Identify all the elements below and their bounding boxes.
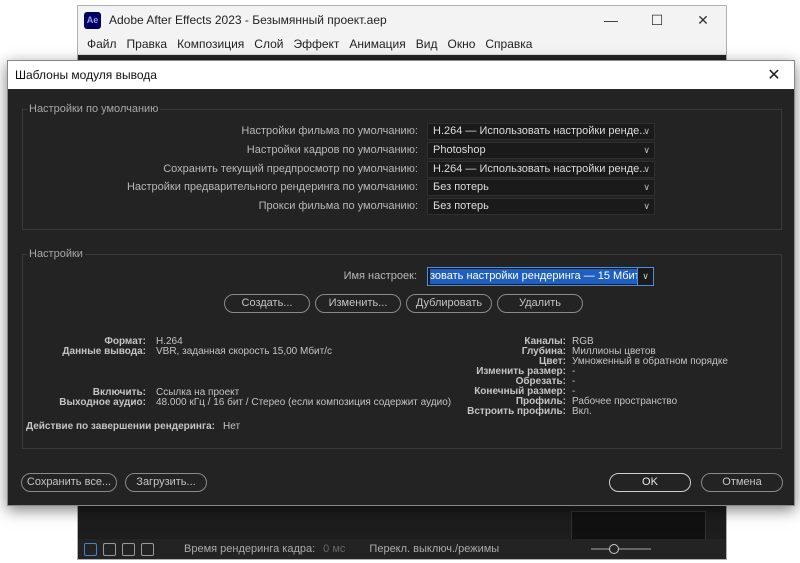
menu-help[interactable]: Справка [480,37,537,51]
render-time-value: 0 мс [323,543,346,555]
motion-blur-icon[interactable] [103,542,116,556]
default-frames-value: Photoshop [433,144,486,156]
menu-animation[interactable]: Анимация [344,37,410,51]
dialog-titlebar: Шаблоны модуля вывода ✕ [8,61,794,89]
default-preview-select[interactable]: H.264 — Использовать настройки ренде... … [427,161,655,178]
save-all-button[interactable]: Сохранить все... [21,473,117,492]
dialog-title: Шаблоны модуля вывода [15,68,157,82]
embed-profile-value: Вкл. [572,406,592,417]
color-value: Умноженный в обратном порядке [572,356,728,367]
adjustment-icon[interactable] [122,542,135,556]
ok-button[interactable]: OK [609,473,691,492]
menu-window[interactable]: Окно [442,37,480,51]
post-render-value: Нет [223,421,241,432]
zoom-slider-knob[interactable] [609,544,619,554]
ae-titlebar: Ae Adobe After Effects 2023 - Безымянный… [78,6,726,34]
create-button[interactable]: Создать... [224,294,310,313]
default-prerender-select[interactable]: Без потерь ∨ [427,179,655,196]
edit-button[interactable]: Изменить... [315,294,401,313]
ae-menubar: Файл Правка Композиция Слой Эффект Анима… [78,34,726,55]
delete-button[interactable]: Удалить [497,294,583,313]
chevron-down-icon: ∨ [643,126,650,136]
default-frames-label: Настройки кадров по умолчанию: [246,144,418,156]
cancel-button[interactable]: Отмена [701,473,783,492]
zoom-slider[interactable] [591,544,651,554]
toggle-modes-button[interactable]: Перекл. выключ./режимы [369,543,499,555]
chevron-down-icon: ∨ [643,182,650,192]
output-module-templates-dialog: Шаблоны модуля вывода ✕ Настройки по умо… [7,60,795,506]
settings-group-label: Настройки [27,248,85,260]
menu-layer[interactable]: Слой [249,37,288,51]
close-icon[interactable]: ✕ [754,65,794,85]
post-render-label: Действие по завершении рендеринга: [25,421,215,432]
defaults-group-label: Настройки по умолчанию [27,103,161,115]
chevron-down-icon: ∨ [643,164,650,174]
output-audio-label: Выходное аудио: [59,397,146,408]
settings-name-input[interactable]: зовать настройки рендеринга — 15 Мбит/с … [427,267,654,286]
default-proxy-label: Прокси фильма по умолчанию: [258,200,418,212]
default-movie-label: Настройки фильма по умолчанию: [241,125,418,137]
shy-layers-icon[interactable] [141,542,154,556]
close-window-icon[interactable]: ✕ [680,6,726,34]
menu-view[interactable]: Вид [411,37,443,51]
default-movie-value: H.264 — Использовать настройки ренде... [433,125,649,137]
default-frames-select[interactable]: Photoshop ∨ [427,142,655,159]
settings-name-label: Имя настроек: [343,270,417,282]
default-movie-select[interactable]: H.264 — Использовать настройки ренде... … [427,123,655,140]
chevron-down-icon: ∨ [643,201,650,211]
output-data-value: VBR, заданная скорость 15,00 Мбит/с [156,346,333,357]
output-data-label: Данные вывода: [62,346,146,357]
default-preview-label: Сохранить текущий предпросмотр по умолча… [163,163,418,175]
default-prerender-label: Настройки предварительного рендеринга по… [126,181,418,193]
menu-edit[interactable]: Правка [122,37,173,51]
render-time-label: Время рендеринга кадра: [184,543,316,555]
composition-icon[interactable] [84,542,97,556]
chevron-down-icon[interactable]: ∨ [637,268,653,285]
menu-file[interactable]: Файл [82,37,122,51]
minimize-icon[interactable]: — [588,6,634,34]
default-preview-value: H.264 — Использовать настройки ренде... [433,163,649,175]
menu-composition[interactable]: Композиция [172,37,249,51]
ae-statusbar: Время рендеринга кадра: 0 мс Перекл. вык… [78,539,726,559]
default-proxy-select[interactable]: Без потерь ∨ [427,198,655,215]
ae-window-title: Adobe After Effects 2023 - Безымянный пр… [109,13,387,27]
menu-effect[interactable]: Эффект [288,37,344,51]
maximize-icon[interactable]: ☐ [634,6,680,34]
output-audio-value: 48.000 кГц / 16 бит / Стерео (если компо… [156,397,452,408]
load-button[interactable]: Загрузить... [125,473,207,492]
default-prerender-value: Без потерь [433,181,489,193]
duplicate-button[interactable]: Дублировать [406,294,492,313]
embed-profile-label: Встроить профиль: [467,406,566,417]
ae-logo-icon: Ae [84,11,101,29]
settings-name-value: зовать настройки рендеринга — 15 Мбит/с [430,269,651,284]
default-proxy-value: Без потерь [433,200,489,212]
chevron-down-icon: ∨ [643,145,650,155]
